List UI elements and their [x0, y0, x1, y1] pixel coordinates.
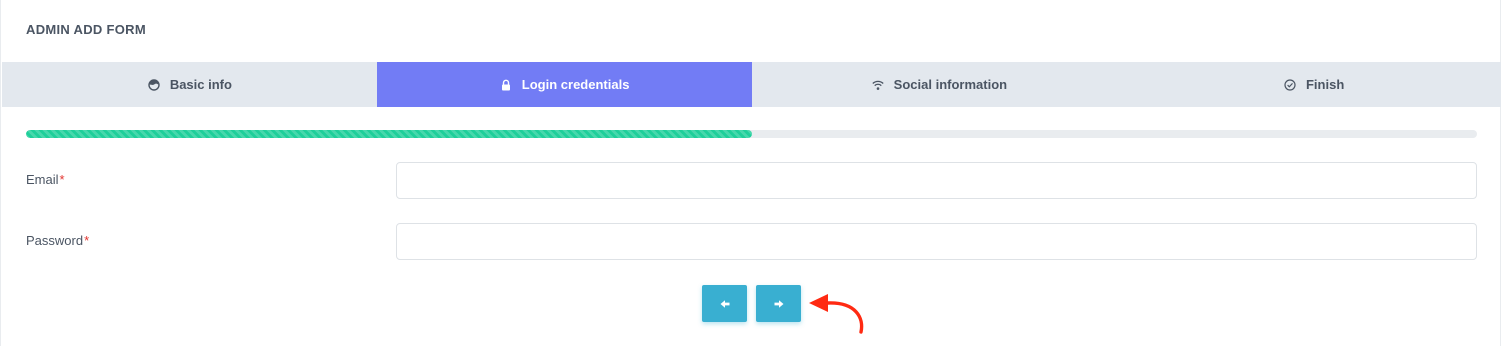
tab-finish-label: Finish — [1305, 77, 1345, 92]
password-row: Password* — [26, 223, 1477, 260]
check-circle-icon — [1283, 78, 1297, 92]
next-button[interactable] — [756, 285, 801, 322]
tab-login-credentials-label: Login credentials — [521, 77, 630, 92]
email-label: Email* — [26, 172, 65, 187]
required-mark: * — [84, 233, 90, 248]
tab-social-information-label: Social information — [893, 77, 1008, 92]
tab-login-credentials[interactable]: Login credentials — [376, 62, 752, 107]
wizard-tabs: Basic info Login credentials Social info… — [2, 62, 1501, 107]
previous-button[interactable] — [702, 285, 747, 322]
tab-basic-info-label: Basic info — [169, 77, 232, 92]
email-row: Email* — [26, 162, 1477, 199]
tab-finish[interactable]: Finish — [1126, 62, 1501, 107]
arrow-right-icon — [774, 299, 783, 308]
password-label: Password* — [26, 233, 90, 248]
password-input[interactable] — [396, 223, 1477, 260]
email-input[interactable] — [396, 162, 1477, 199]
arrow-left-icon — [720, 299, 729, 308]
wizard-progress-bar — [26, 130, 1477, 138]
wifi-icon — [871, 78, 885, 92]
progress-fill — [26, 130, 752, 138]
tab-basic-info[interactable]: Basic info — [2, 62, 377, 107]
curved-arrow-icon — [809, 294, 864, 334]
face-icon — [147, 78, 161, 92]
tab-social-information[interactable]: Social information — [752, 62, 1127, 107]
required-mark: * — [59, 172, 65, 187]
lock-icon — [499, 78, 513, 92]
admin-add-form-card: ADMIN ADD FORM Basic info Login credenti… — [0, 0, 1501, 346]
form-title: ADMIN ADD FORM — [26, 22, 146, 37]
